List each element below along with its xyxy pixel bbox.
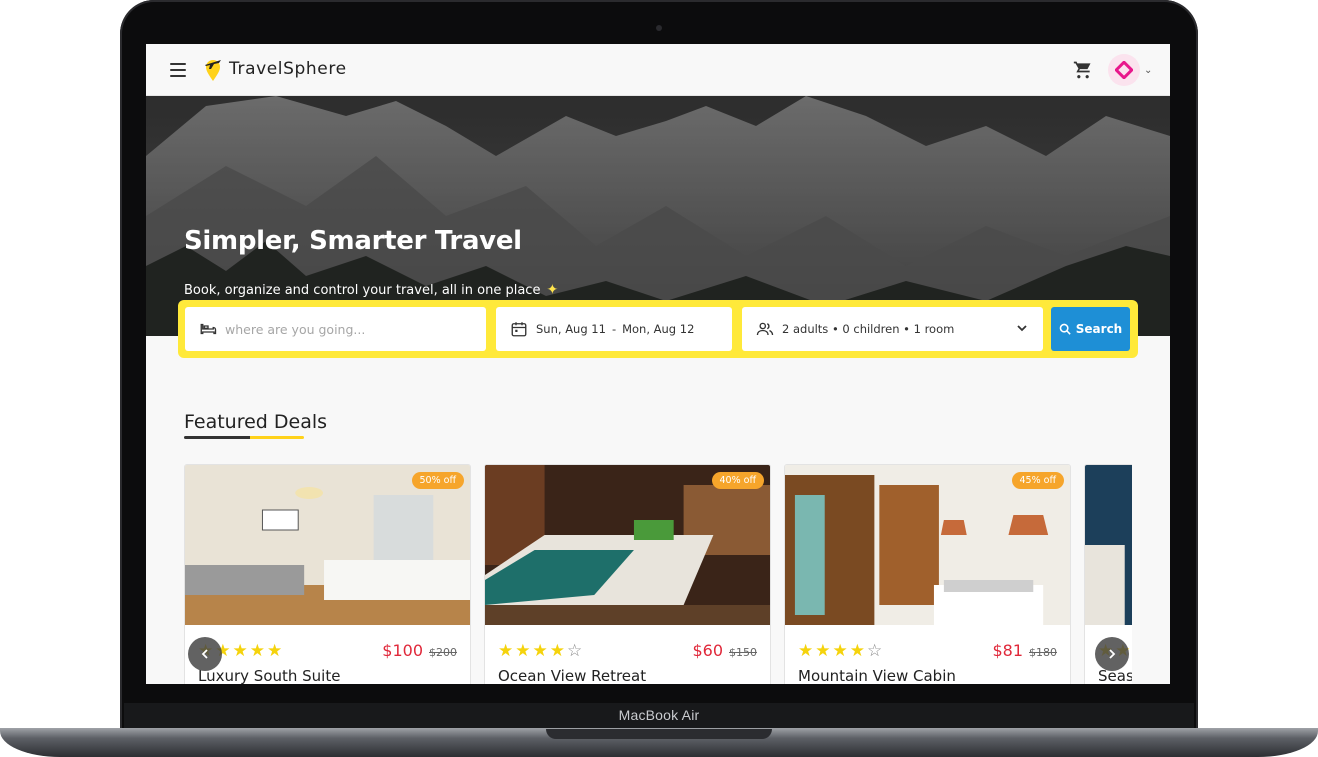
screen: TravelSphere ⌄ Simpler, Smarter Travel B…	[146, 44, 1170, 684]
destination-field[interactable]	[185, 307, 486, 351]
check-in-date: Sun, Aug 11	[536, 322, 606, 336]
avatar	[1108, 54, 1140, 86]
discount-badge: 40% off	[711, 472, 764, 489]
top-navbar: TravelSphere ⌄	[146, 44, 1170, 96]
camera-icon	[656, 25, 662, 31]
date-range-field[interactable]: Sun, Aug 11 - Mon, Aug 12	[496, 307, 732, 351]
cart-icon[interactable]	[1073, 60, 1093, 80]
deals-carousel: 50% off ★★★★★ $100 $200 Luxury South Sui…	[184, 464, 1132, 684]
hero-subtitle: Book, organize and control your travel, …	[184, 282, 558, 298]
original-price: $150	[729, 646, 757, 659]
account-menu[interactable]: ⌄	[1108, 54, 1152, 86]
current-price: $60	[692, 641, 723, 660]
brand-name: TravelSphere	[229, 59, 347, 79]
deal-image	[785, 465, 1070, 625]
deal-name: Ocean View Retreat	[498, 667, 647, 684]
star-rating: ★★★★☆	[798, 641, 885, 660]
chevron-down-icon	[1017, 325, 1027, 332]
chevron-left-icon	[201, 649, 208, 659]
destination-input[interactable]	[225, 321, 465, 337]
search-bar: Sun, Aug 11 - Mon, Aug 12 2 adults • 0 c…	[178, 300, 1138, 358]
calendar-icon	[511, 322, 527, 337]
hero-subtitle-text: Book, organize and control your travel, …	[184, 282, 541, 298]
carousel-prev-button[interactable]	[188, 637, 222, 671]
deal-card[interactable]: 40% off ★★★★☆ $60 $150 Ocean View Retrea…	[484, 464, 771, 684]
price-block: $100 $200	[382, 641, 457, 660]
original-price: $200	[429, 646, 457, 659]
search-button-label: Search	[1075, 322, 1123, 336]
price-block: $81 $180	[992, 641, 1057, 660]
current-price: $100	[382, 641, 423, 660]
brand-logo[interactable]: TravelSphere	[202, 56, 347, 82]
section-underline	[184, 436, 304, 439]
bed-icon	[200, 323, 217, 335]
deal-name: Luxury South Suite	[198, 667, 341, 684]
hero-title: Simpler, Smarter Travel	[184, 226, 522, 256]
discount-badge: 50% off	[411, 472, 464, 489]
deal-image	[185, 465, 470, 625]
chevron-down-icon: ⌄	[1144, 64, 1153, 76]
deal-image	[1085, 465, 1132, 625]
deal-card[interactable]: 45% off ★★★★☆ $81 $180 Mountain View Cab…	[784, 464, 1071, 684]
guests-summary: 2 adults • 0 children • 1 room	[782, 322, 955, 336]
discount-badge: 45% off	[1011, 472, 1064, 489]
section-title: Featured Deals	[184, 411, 328, 433]
laptop-notch	[546, 729, 772, 739]
carousel-next-button[interactable]	[1095, 637, 1129, 671]
price-block: $60 $150	[692, 641, 757, 660]
deal-name: Mountain View Cabin	[798, 667, 956, 684]
search-icon	[1059, 323, 1071, 335]
device-label: MacBook Air	[618, 707, 700, 723]
plane-pin-icon	[205, 60, 221, 81]
deal-card[interactable]: 50% off ★★★★★ $100 $200 Luxury South Sui…	[184, 464, 471, 684]
check-out-date: Mon, Aug 12	[622, 322, 695, 336]
date-separator: -	[611, 322, 617, 336]
star-rating: ★★★★☆	[498, 641, 585, 660]
sparkle-icon: ✦	[546, 282, 559, 298]
chevron-right-icon	[1109, 649, 1116, 659]
current-price: $81	[992, 641, 1023, 660]
deal-image	[485, 465, 770, 625]
people-icon	[756, 322, 774, 336]
menu-icon[interactable]	[170, 63, 186, 77]
original-price: $180	[1029, 646, 1057, 659]
guests-rooms-selector[interactable]: 2 adults • 0 children • 1 room	[742, 307, 1043, 351]
diamond-avatar-icon	[1115, 61, 1133, 79]
search-button[interactable]: Search	[1051, 307, 1130, 351]
